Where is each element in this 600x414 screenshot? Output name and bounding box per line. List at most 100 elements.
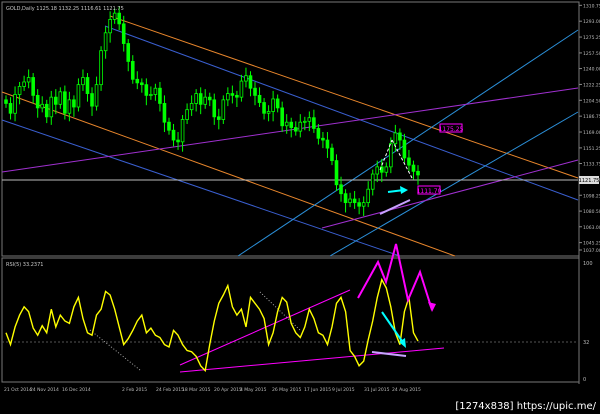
candle-body <box>235 94 239 98</box>
candle-body <box>67 99 72 114</box>
candle-body <box>221 99 226 120</box>
candle-body <box>135 78 140 84</box>
price-tick-label: 1310.75 <box>583 3 600 9</box>
candle-body <box>4 99 8 104</box>
label-1175: 1175.25 <box>439 126 464 133</box>
candle-body <box>158 87 162 104</box>
candle-body <box>312 117 316 129</box>
price-tick-label: 1275.25 <box>583 35 600 41</box>
time-axis-ticks: 21 Oct 201424 Nov 2014 16 Dec 2014 2 Feb 2… <box>4 387 421 393</box>
time-tick-label: 17 Jun 2015 <box>304 387 331 393</box>
candle-body <box>76 84 81 108</box>
candle-body <box>330 147 334 162</box>
candle-body <box>212 99 217 118</box>
time-tick-label: 2 Feb 2015 <box>122 387 147 393</box>
candle-body <box>176 139 180 143</box>
candle-body <box>171 129 176 141</box>
price-tick-label: 1169.00 <box>583 130 600 136</box>
candle-body <box>17 86 22 95</box>
time-tick-label: 4 May 2015 <box>240 387 267 393</box>
candle-body <box>321 137 325 141</box>
candle-body <box>49 96 54 118</box>
time-tick-label: 31 Jul 2015 <box>364 387 390 393</box>
candle-body <box>266 111 271 114</box>
candle-body <box>8 103 13 114</box>
candle-body <box>103 32 108 52</box>
candle-body <box>85 77 90 94</box>
price-panel-frame <box>1 1 580 257</box>
time-tick-label: 21 Oct 2014 <box>4 387 32 393</box>
candle-body <box>13 94 17 114</box>
candle-body <box>167 121 171 131</box>
candle-body <box>402 139 407 159</box>
candle-body <box>90 93 94 107</box>
candle-body <box>416 170 420 176</box>
candle-body <box>58 91 63 105</box>
candle-body <box>389 143 393 168</box>
candle-body <box>81 77 85 86</box>
price-tick-label: 1098.25 <box>583 193 600 199</box>
candle-body <box>203 96 208 105</box>
candle-body <box>239 80 244 98</box>
candle-body <box>280 107 284 127</box>
candle-body <box>35 94 40 109</box>
candle-body <box>185 109 189 120</box>
candle-body <box>357 202 361 207</box>
candle-body <box>284 121 289 127</box>
time-tick-label: 20 Apr 2015 <box>214 387 242 393</box>
candle-body <box>130 61 135 80</box>
candle-body <box>262 102 266 114</box>
time-tick-label: 16 Dec 2014 <box>62 387 91 393</box>
candle-body <box>40 103 45 109</box>
price-tick-label: 1080.50 <box>583 209 600 215</box>
rsi-tick-label: 32 <box>583 340 589 346</box>
candle-body <box>366 188 370 204</box>
candle-body <box>198 93 203 105</box>
candle-body <box>248 75 253 89</box>
candle-body <box>289 121 294 128</box>
time-tick-label: 18 Mar 2015 <box>182 387 211 393</box>
price-tick-label: 1151.25 <box>583 146 600 152</box>
label-1111: 1111.70 <box>417 188 442 195</box>
candle-body <box>384 166 389 173</box>
candle-body <box>257 94 262 103</box>
price-tick-label: 1133.75 <box>583 162 600 168</box>
candle-body <box>144 84 149 96</box>
candle-body <box>207 96 212 101</box>
price-tick-label: 1240.00 <box>583 67 600 73</box>
candle-body <box>244 75 248 82</box>
candle-body <box>398 132 402 141</box>
candle-body <box>334 160 339 186</box>
candle-body <box>407 157 411 166</box>
candle-body <box>149 94 153 96</box>
candle-body <box>31 77 35 96</box>
candle-body <box>411 164 416 172</box>
price-tick-label: 1204.50 <box>583 98 600 104</box>
candle-body <box>117 12 121 25</box>
rsi-title: RSI(5) 33.2371 <box>6 262 43 268</box>
price-tick-label: 1063.00 <box>583 225 600 231</box>
candle-body <box>370 173 375 190</box>
price-tick-label: 1293.00 <box>583 19 600 25</box>
candle-body <box>189 103 194 111</box>
candle-body <box>325 139 330 149</box>
candle-body <box>316 128 321 139</box>
rsi-tick-label: 100 <box>583 261 593 267</box>
candle-body <box>54 96 58 105</box>
candle-body <box>94 84 99 107</box>
candle-body <box>162 103 167 123</box>
candle-body <box>180 119 185 143</box>
candle-body <box>26 77 31 83</box>
price-tick-label: 1186.75 <box>583 114 600 120</box>
chart-svg: 1175.25 1111.70 1310.75 1293.00 1275.25 125… <box>1 1 600 412</box>
candle-body <box>271 98 275 112</box>
chart-title: GOLD,Daily 1125.18 1132.25 1116.61 1121.… <box>6 6 124 12</box>
candle-body <box>63 91 67 114</box>
candle-body <box>99 50 103 86</box>
current-price-value: 1121.75 <box>579 178 600 184</box>
time-tick-label: 26 May 2015 <box>272 387 301 393</box>
candle-body <box>121 23 126 44</box>
price-axis-ticks: 1310.75 1293.00 1275.25 1257.50 1240.00 1222.… <box>579 3 600 254</box>
candle-body <box>303 120 307 123</box>
price-tick-label: 1257.50 <box>583 51 600 57</box>
